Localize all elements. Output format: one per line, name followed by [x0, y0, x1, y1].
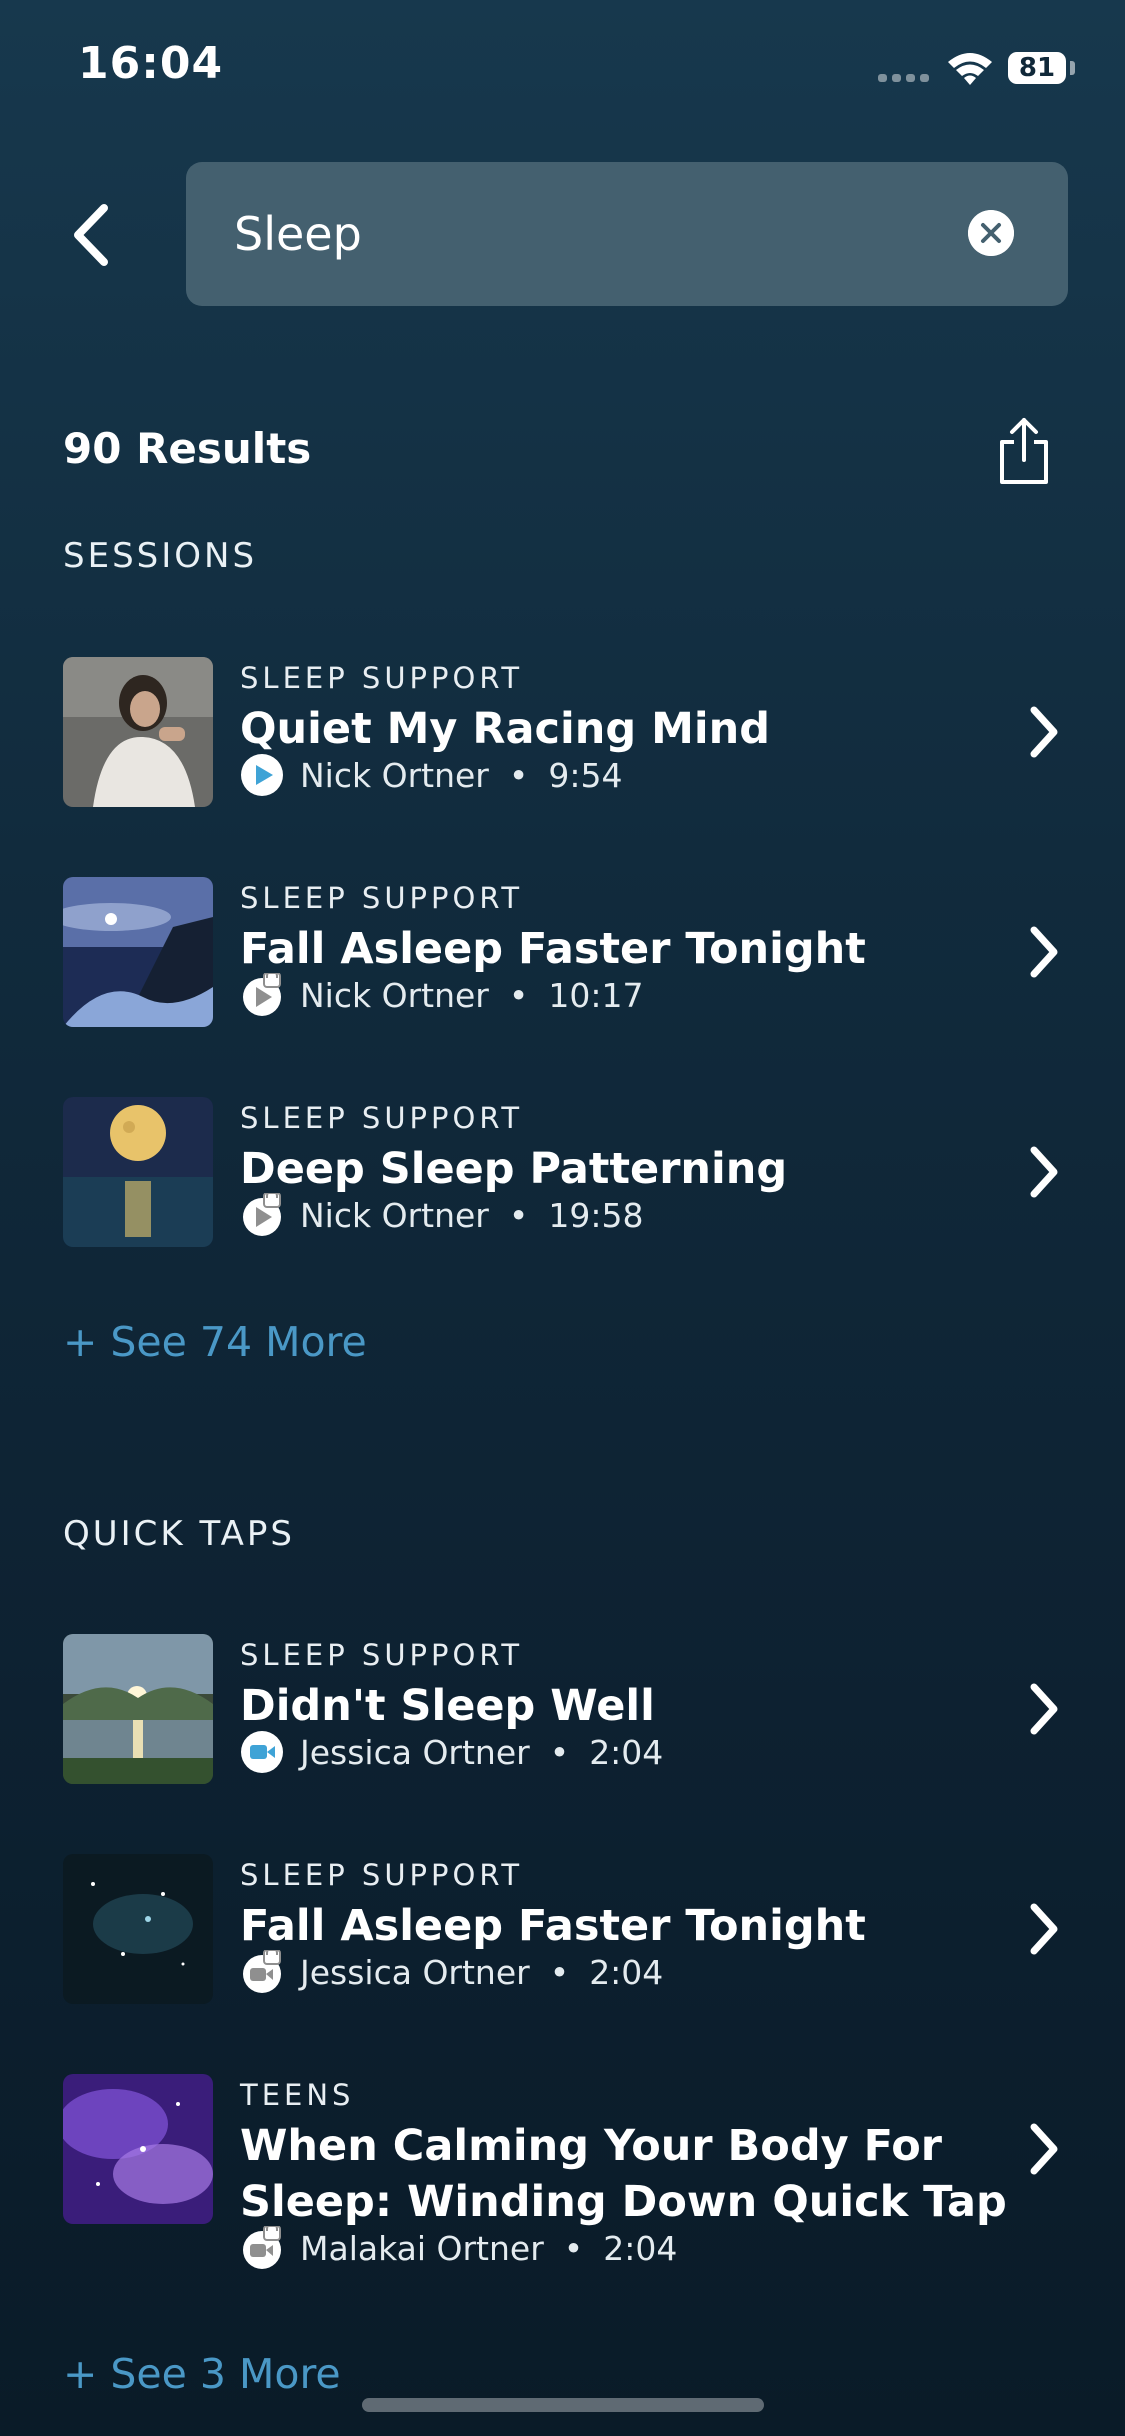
- quick-tap-author: Jessica Ortner: [300, 1732, 530, 1772]
- session-author: Nick Ortner: [300, 1195, 489, 1235]
- locked-audio-icon: [243, 1193, 281, 1236]
- session-thumbnail: [63, 1097, 213, 1247]
- quick-tap-author: Malakai Ortner: [300, 2228, 544, 2268]
- meta-separator: •: [563, 2228, 584, 2268]
- search-input[interactable]: [234, 162, 934, 306]
- session-meta: Nick Ortner • 9:54: [240, 753, 622, 797]
- chevron-right-icon: [1030, 1683, 1058, 1735]
- chevron-right-icon: [1030, 1146, 1058, 1198]
- wifi-icon: [948, 53, 992, 85]
- session-thumbnail: [63, 657, 213, 807]
- chevron-right-icon: [1030, 926, 1058, 978]
- locked-video-icon: [243, 2226, 281, 2269]
- results-count: 90 Results: [63, 424, 312, 473]
- session-author: Nick Ortner: [300, 755, 489, 795]
- quick-tap-duration: 2:04: [589, 1952, 664, 1992]
- quick-tap-duration: 2:04: [589, 1732, 664, 1772]
- back-chevron-icon[interactable]: [62, 200, 122, 270]
- status-bar: 16:04 81: [0, 0, 1125, 140]
- session-category: SLEEP SUPPORT: [240, 661, 524, 695]
- search-bar[interactable]: [186, 162, 1068, 306]
- quick-tap-title: Fall Asleep Faster Tonight: [240, 1901, 866, 1951]
- chevron-right-icon: [1030, 1903, 1058, 1955]
- locked-audio-icon: [243, 973, 281, 1016]
- quick-tap-category: SLEEP SUPPORT: [240, 1638, 524, 1672]
- quick-tap-category: TEENS: [240, 2078, 355, 2112]
- quick-tap-meta: Jessica Ortner • 2:04: [240, 1950, 663, 1994]
- quick-tap-category: SLEEP SUPPORT: [240, 1858, 524, 1892]
- chevron-right-icon: [1030, 706, 1058, 758]
- session-duration: 10:17: [548, 975, 644, 1015]
- session-thumbnail: [63, 877, 213, 1027]
- session-category: SLEEP SUPPORT: [240, 1101, 524, 1135]
- battery-icon: 81: [1008, 52, 1066, 84]
- clear-search-icon[interactable]: [968, 210, 1014, 256]
- audio-play-icon: [241, 754, 283, 796]
- quick-tap-thumbnail: [63, 1854, 213, 2004]
- cellular-signal-icon: [878, 74, 932, 82]
- quick-tap-title-line-1: When Calming Your Body For: [240, 2121, 943, 2171]
- quick-tap-duration: 2:04: [603, 2228, 678, 2268]
- share-icon[interactable]: [996, 416, 1052, 488]
- home-indicator[interactable]: [362, 2398, 764, 2412]
- meta-separator: •: [549, 1732, 570, 1772]
- session-duration: 9:54: [548, 755, 623, 795]
- session-category: SLEEP SUPPORT: [240, 881, 524, 915]
- video-icon: [241, 1731, 283, 1773]
- quick-tap-thumbnail: [63, 2074, 213, 2224]
- quick-tap-meta: Malakai Ortner • 2:04: [240, 2226, 677, 2270]
- quick-tap-thumbnail: [63, 1634, 213, 1784]
- meta-separator: •: [508, 755, 529, 795]
- session-meta: Nick Ortner • 10:17: [240, 973, 643, 1017]
- session-author: Nick Ortner: [300, 975, 489, 1015]
- session-title: Fall Asleep Faster Tonight: [240, 924, 866, 974]
- session-title: Quiet My Racing Mind: [240, 704, 771, 754]
- battery-cap: [1070, 61, 1075, 75]
- quick-tap-meta: Jessica Ortner • 2:04: [240, 1730, 663, 1774]
- session-duration: 19:58: [548, 1195, 644, 1235]
- see-more-quick-taps-link[interactable]: + See 3 More: [63, 2350, 341, 2398]
- chevron-right-icon: [1030, 2123, 1058, 2175]
- status-time: 16:04: [78, 38, 224, 89]
- meta-separator: •: [549, 1952, 570, 1992]
- meta-separator: •: [508, 1195, 529, 1235]
- quick-tap-title: Didn't Sleep Well: [240, 1681, 655, 1731]
- session-title: Deep Sleep Patterning: [240, 1144, 788, 1194]
- session-meta: Nick Ortner • 19:58: [240, 1193, 643, 1237]
- quick-tap-author: Jessica Ortner: [300, 1952, 530, 1992]
- see-more-sessions-link[interactable]: + See 74 More: [63, 1318, 367, 1366]
- locked-video-icon: [243, 1950, 281, 1993]
- quick-taps-heading: QUICK TAPS: [63, 1514, 295, 1554]
- sessions-heading: SESSIONS: [63, 536, 258, 576]
- meta-separator: •: [508, 975, 529, 1015]
- quick-tap-title-line-2: Sleep: Winding Down Quick Tap: [240, 2177, 1007, 2227]
